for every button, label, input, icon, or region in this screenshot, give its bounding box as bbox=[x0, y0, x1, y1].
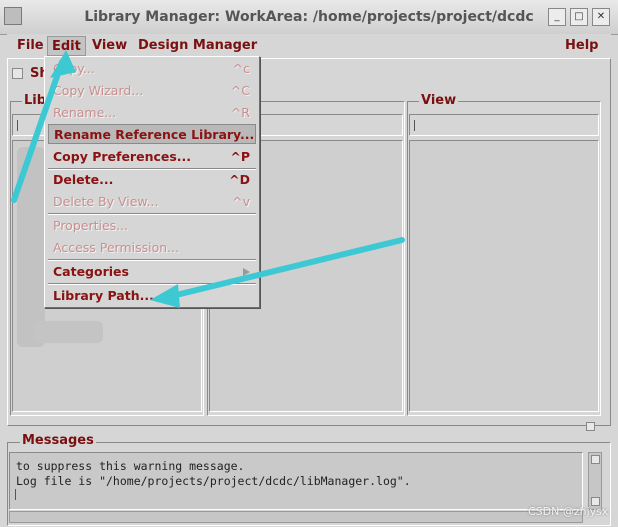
menu-item-shortcut: ^v bbox=[232, 194, 250, 209]
menu-separator bbox=[48, 213, 256, 215]
menu-item-label: Properties... bbox=[53, 218, 129, 233]
chevron-right-icon bbox=[243, 268, 250, 276]
menu-item-shortcut: ^P bbox=[230, 149, 250, 164]
view-pane-label: View bbox=[419, 93, 459, 108]
menu-item-delete[interactable]: Delete... ^D bbox=[48, 170, 256, 190]
blurred-content bbox=[17, 147, 45, 347]
window-title: Library Manager: WorkArea: /home/project… bbox=[84, 9, 534, 25]
watermark: CSDN @zhjysx bbox=[528, 505, 609, 518]
menu-item-label: Copy Preferences... bbox=[53, 149, 192, 164]
text-caret bbox=[414, 120, 415, 131]
menu-item-label: Delete... bbox=[53, 172, 114, 187]
menu-bar: File Edit View Design Manager Help bbox=[7, 34, 611, 57]
title-bar: Library Manager: WorkArea: /home/project… bbox=[0, 0, 618, 35]
message-line: Log file is "/home/projects/project/dcdc… bbox=[16, 474, 411, 488]
menu-help[interactable]: Help bbox=[561, 36, 602, 56]
menu-item-label: Copy... bbox=[53, 61, 95, 76]
edit-menu-dropdown: Copy... ^c Copy Wizard... ^C Rename... ^… bbox=[44, 56, 260, 308]
menu-item-access-permission[interactable]: Access Permission... bbox=[48, 238, 256, 258]
menu-item-copy[interactable]: Copy... ^c bbox=[48, 59, 256, 79]
menu-item-copy-wizard[interactable]: Copy Wizard... ^C bbox=[48, 81, 256, 101]
menu-view[interactable]: View bbox=[88, 36, 131, 56]
menu-item-label: Delete By View... bbox=[53, 194, 159, 209]
close-icon[interactable]: ✕ bbox=[592, 8, 610, 26]
splitter-handle[interactable] bbox=[586, 422, 595, 431]
menu-item-library-path[interactable]: Library Path... bbox=[48, 286, 256, 306]
menu-item-shortcut: ^c bbox=[232, 61, 250, 76]
menu-separator bbox=[48, 283, 256, 285]
menu-item-label: Rename... bbox=[53, 105, 117, 120]
menu-item-label: Rename Reference Library... bbox=[54, 127, 255, 142]
menu-item-properties[interactable]: Properties... bbox=[48, 216, 256, 236]
menu-design-manager[interactable]: Design Manager bbox=[134, 36, 261, 56]
view-list[interactable] bbox=[409, 140, 599, 412]
menu-item-categories[interactable]: Categories bbox=[48, 262, 256, 282]
menu-item-delete-by-view[interactable]: Delete By View... ^v bbox=[48, 192, 256, 212]
text-caret bbox=[15, 489, 16, 500]
maximize-icon[interactable]: □ bbox=[570, 8, 588, 26]
messages-title: Messages bbox=[20, 433, 96, 448]
menu-item-label: Access Permission... bbox=[53, 240, 180, 255]
messages-vertical-scrollbar[interactable] bbox=[588, 452, 602, 510]
message-line: to suppress this warning message. bbox=[16, 459, 245, 473]
menu-separator bbox=[48, 259, 256, 261]
menu-item-label: Copy Wizard... bbox=[53, 83, 144, 98]
menu-item-rename[interactable]: Rename... ^R bbox=[48, 103, 256, 123]
menu-item-copy-preferences[interactable]: Copy Preferences... ^P bbox=[48, 147, 256, 167]
menu-item-shortcut: ^D bbox=[229, 172, 250, 187]
menu-file[interactable]: File bbox=[13, 36, 48, 56]
minimize-icon[interactable]: _ bbox=[548, 8, 566, 26]
menu-item-label: Categories bbox=[53, 264, 129, 279]
view-filter-field[interactable] bbox=[409, 114, 599, 136]
blurred-content bbox=[33, 321, 103, 343]
messages-log[interactable]: to suppress this warning message. Log fi… bbox=[9, 452, 583, 510]
menu-item-shortcut: ^R bbox=[230, 105, 250, 120]
messages-horizontal-scrollbar[interactable] bbox=[9, 511, 583, 523]
menu-edit[interactable]: Edit bbox=[47, 36, 86, 56]
menu-item-rename-reference-library[interactable]: Rename Reference Library... bbox=[48, 124, 256, 144]
show-checkbox[interactable] bbox=[12, 68, 23, 79]
scroll-thumb[interactable] bbox=[591, 455, 600, 464]
menu-item-shortcut: ^C bbox=[230, 83, 250, 98]
text-caret bbox=[17, 120, 18, 131]
menu-item-label: Library Path... bbox=[53, 288, 154, 303]
